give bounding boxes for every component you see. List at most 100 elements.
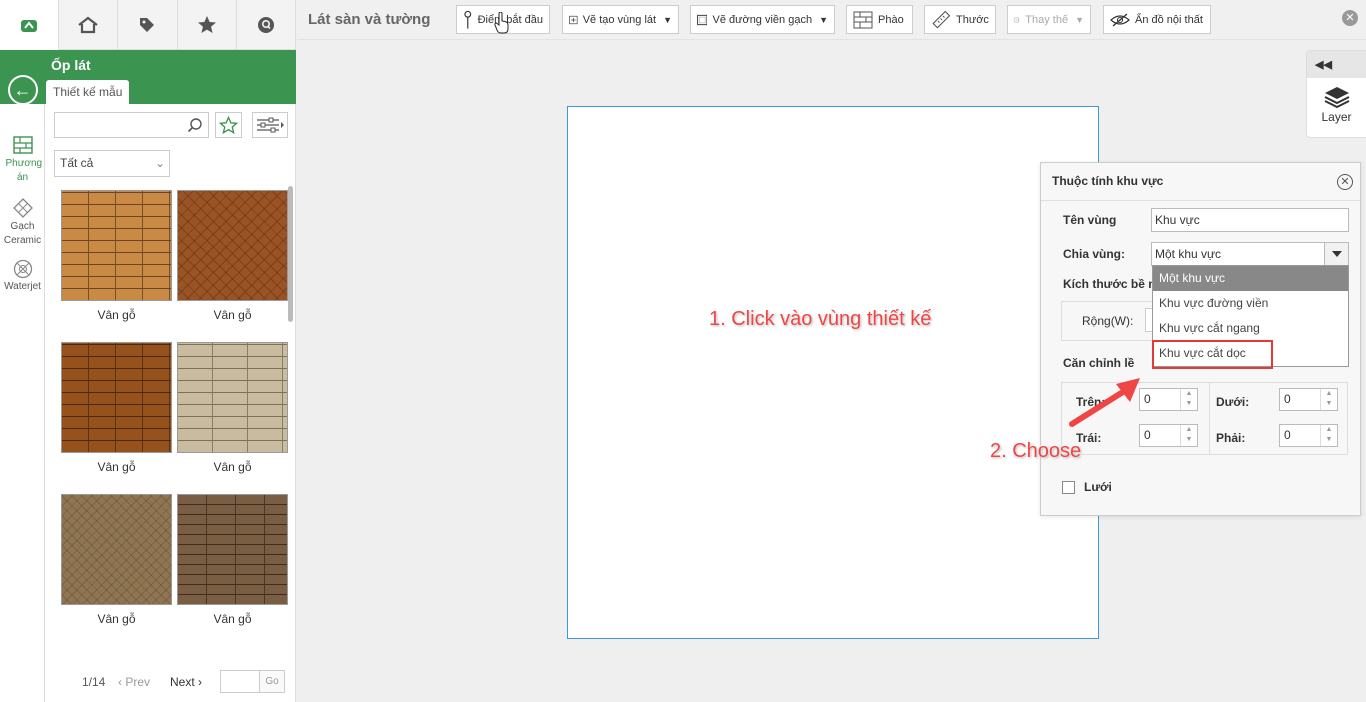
rail-item-waterjet[interactable]: Waterjet (0, 259, 45, 292)
chevron-down-icon: ⌄ (154, 156, 165, 170)
tag-icon (140, 18, 155, 32)
list-item[interactable]: Vân gỗ (177, 494, 288, 626)
scrollbar[interactable] (288, 186, 293, 322)
wood-tile-thumbnail (61, 342, 172, 453)
dropdown-option[interactable]: Khu vực cắt ngang (1153, 316, 1348, 341)
prev-button[interactable]: ‹ Prev (118, 675, 170, 689)
diamond-tile-icon (12, 198, 33, 218)
width-label: Rộng(W): (1082, 314, 1134, 328)
tag-tab[interactable] (118, 0, 178, 50)
margin-bottom-input[interactable]: 0 ▲ ▼ (1279, 388, 1338, 411)
margin-right-input[interactable]: 0 ▲ ▼ (1279, 424, 1338, 447)
page-title: Lát sàn và tường (308, 11, 431, 28)
spinner-arrows-icon[interactable]: ▲ ▼ (1180, 425, 1197, 446)
dropdown-option[interactable]: Một khu vực (1153, 266, 1348, 291)
list-item[interactable]: Vân gỗ (61, 190, 172, 322)
design-canvas[interactable] (567, 106, 1099, 639)
chevron-right-icon: › (194, 674, 203, 689)
house-tab[interactable] (59, 0, 119, 50)
layers-icon (1324, 87, 1349, 108)
layer-panel[interactable]: ◀◀ Layer (1306, 50, 1366, 138)
ruler-icon (932, 10, 951, 29)
caret-down-icon: ▼ (1075, 14, 1084, 25)
spinner-arrows-icon[interactable]: ▲ ▼ (1320, 389, 1337, 410)
pagination: 1/14 ‹ Prev Next › Go (82, 670, 285, 693)
tile-label: Vân gỗ (213, 308, 252, 322)
replace-button[interactable]: Thay thế ▼ (1007, 5, 1091, 34)
panel-title: Ốp lát (51, 57, 91, 73)
toolbar: Lát sàn và tường Điểm bắt đầu Vẽ tạo vùn… (297, 0, 1366, 40)
wood-tile-thumbnail (177, 190, 288, 301)
home-logo-tab[interactable] (0, 0, 60, 50)
area-properties-dialog: Thuộc tính khu vực ✕ Tên vùng Khu vực Ch… (1040, 162, 1361, 516)
search-input[interactable] (54, 112, 209, 138)
search-tab[interactable] (237, 0, 296, 50)
caret-down-icon[interactable] (1324, 243, 1348, 265)
caret-down-icon: ▼ (663, 14, 672, 25)
spinner-arrows-icon[interactable]: ▲ ▼ (1320, 425, 1337, 446)
molding-button[interactable]: Phào (846, 5, 913, 34)
dialog-title: Thuộc tính khu vực (1041, 163, 1360, 201)
spinner-arrows-icon[interactable]: ▲ ▼ (1180, 389, 1197, 410)
favorites-tab[interactable] (178, 0, 237, 50)
advanced-filter-button[interactable] (252, 112, 288, 138)
area-name-label: Tên vùng (1063, 213, 1117, 227)
category-select[interactable]: Tất cả ⌄ (54, 150, 170, 177)
draw-border-button[interactable]: Vẽ đường viền gạch ▼ (690, 5, 835, 34)
next-button[interactable]: Next › (170, 675, 220, 689)
close-icon[interactable]: ✕ (1337, 174, 1353, 190)
width-group: Rộng(W): (1061, 301, 1161, 341)
hide-furniture-button[interactable]: Ẩn đồ nội thất (1103, 5, 1211, 34)
next-label: Next (170, 674, 195, 689)
border-square-icon (697, 14, 708, 25)
prev-label: Prev (125, 674, 151, 689)
rail-item-plan[interactable]: Phương án (0, 135, 45, 185)
annotation-step2: 2. Choose (990, 440, 1082, 462)
margin-left-value: 0 (1144, 428, 1151, 442)
rail-label: Phương án (5, 158, 43, 183)
rail-label: Gạch Ceramic (3, 221, 42, 246)
sliders-icon (257, 117, 284, 133)
wood-tile-thumbnail (61, 494, 172, 605)
close-icon[interactable]: ✕ (1342, 10, 1358, 26)
eye-slash-icon (1110, 13, 1130, 26)
draw-border-label: Vẽ đường viền gạch (712, 13, 813, 26)
tab-sample-designs[interactable]: Thiết kế mẫu (46, 80, 130, 104)
house-icon (78, 16, 98, 34)
ruler-button[interactable]: Thước (924, 5, 996, 34)
sample-panel: Tất cả ⌄ Vân gỗ Vân gỗ Vân gỗ Vân gỗ Vân… (45, 104, 296, 702)
list-item[interactable]: Vân gỗ (177, 342, 288, 474)
list-item[interactable]: Vân gỗ (61, 494, 172, 626)
search-icon (187, 118, 202, 133)
rail-item-ceramic[interactable]: Gạch Ceramic (0, 198, 45, 248)
grid-checkbox[interactable] (1062, 481, 1075, 494)
list-item[interactable]: Vân gỗ (177, 190, 288, 322)
brick-icon (853, 11, 873, 28)
tile-grid-icon (12, 136, 33, 154)
area-name-input[interactable]: Khu vực (1151, 208, 1349, 232)
waterjet-icon (13, 259, 32, 279)
tile-label: Vân gỗ (213, 460, 252, 474)
split-label: Chia vùng: (1063, 247, 1125, 261)
margin-right-value: 0 (1284, 428, 1291, 442)
list-item[interactable]: Vân gỗ (61, 342, 172, 474)
wood-tile-thumbnail (177, 494, 288, 605)
logo-icon (21, 20, 38, 32)
draw-area-button[interactable]: Vẽ tạo vùng lát ▼ (562, 5, 679, 34)
split-select[interactable]: Một khu vực (1151, 242, 1349, 266)
collapse-icon[interactable]: ◀◀ (1307, 51, 1366, 78)
page-input[interactable] (220, 670, 260, 693)
pin-icon (464, 10, 472, 29)
favorite-filter-button[interactable] (215, 112, 242, 138)
hand-cursor-icon (494, 12, 509, 34)
draw-area-label: Vẽ tạo vùng lát (582, 13, 657, 26)
replace-label: Thay thế (1025, 13, 1069, 26)
left-rail: Phương án Gạch Ceramic Waterjet (0, 104, 45, 702)
star-outline-icon (219, 115, 238, 134)
category-select-value: Tất cả (60, 156, 94, 170)
dropdown-option[interactable]: Khu vực đường viền (1153, 291, 1348, 316)
margin-bottom-label: Dưới: (1216, 395, 1250, 409)
annotation-highlight-box (1152, 340, 1273, 369)
go-button[interactable]: Go (260, 670, 285, 693)
start-point-label: Điểm bắt đầu (477, 13, 543, 26)
